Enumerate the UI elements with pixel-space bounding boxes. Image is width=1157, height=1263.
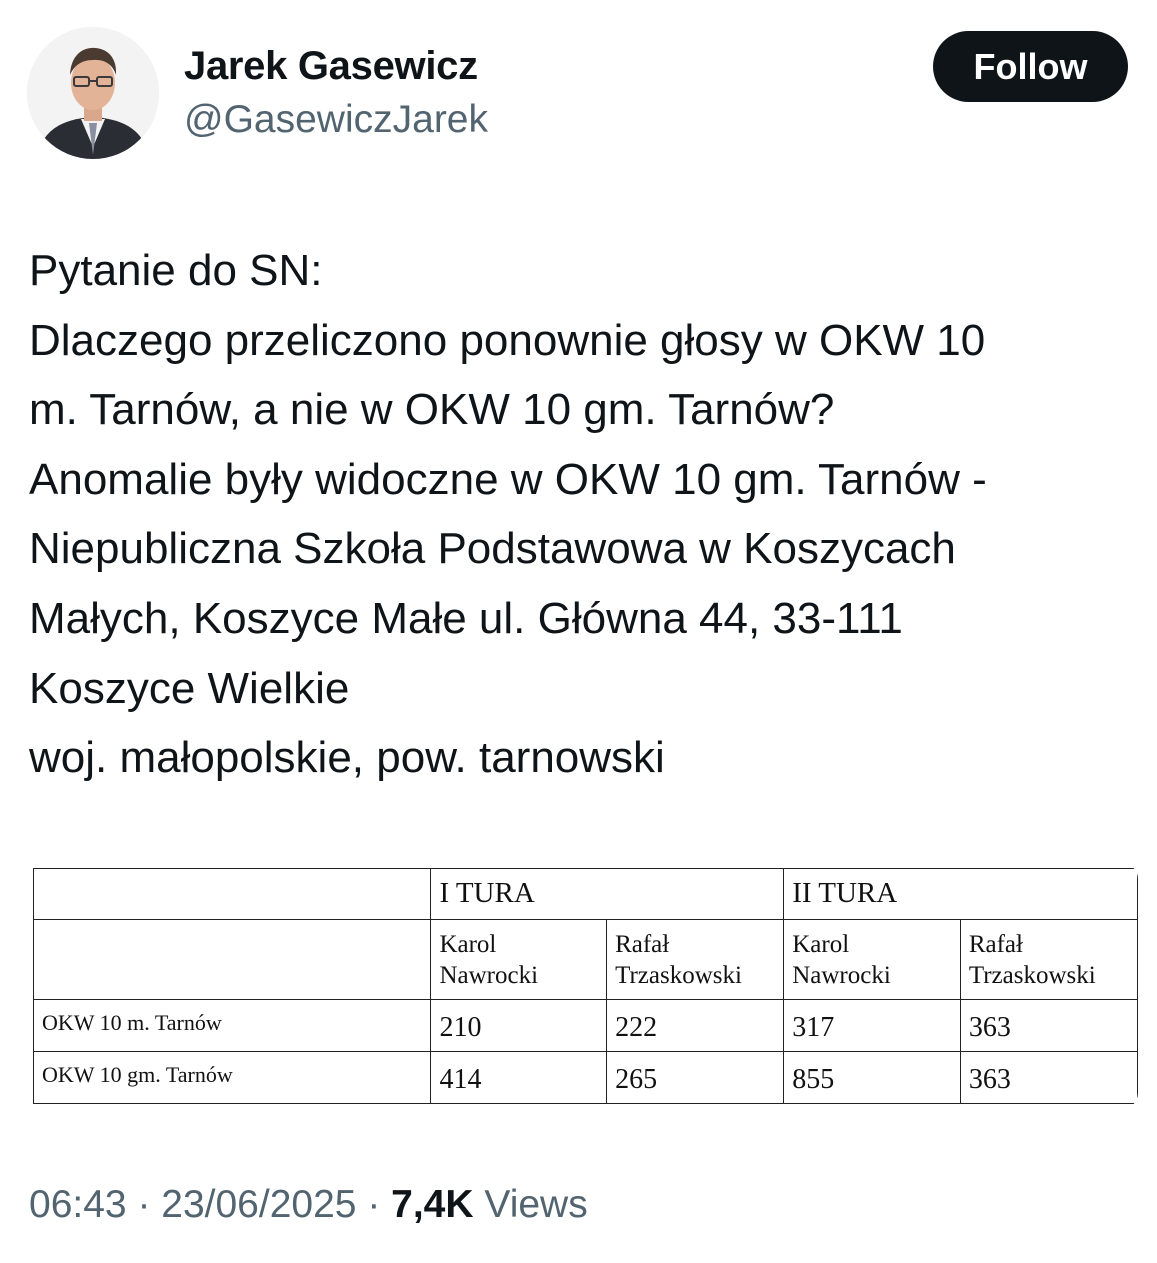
tweet-meta: 06:43 · 23/06/2025 · 7,4K Views (29, 1183, 588, 1227)
views-label: Views (484, 1183, 588, 1226)
vote-count-cell: 363 (959, 1051, 1138, 1104)
row-label: OKW 10 gm. Tarnów (32, 1051, 432, 1104)
results-table: I TURA II TURA Karol Nawrocki Rafał Trzask… (32, 868, 1138, 1104)
vote-count-cell: 317 (783, 999, 961, 1052)
tweet-text-line: Anomalie były widoczne w OKW 10 gm. Tarn… (29, 454, 987, 504)
tweet-text-line: Pytanie do SN: (29, 246, 323, 295)
meta-separator: · (356, 1183, 392, 1226)
meta-separator: · (126, 1183, 162, 1226)
author-avatar[interactable] (27, 27, 159, 159)
round-header: II TURA (783, 868, 1138, 920)
tweet-text-line: Dlaczego przeliczono ponownie głosy w OK… (29, 315, 986, 365)
vote-count-cell: 855 (783, 1051, 961, 1104)
candidate-header: Rafał Trzaskowski (606, 919, 785, 1000)
tweet-text-line: m. Tarnów, a nie w OKW 10 gm. Tarnów? (29, 385, 835, 435)
table-empty-cell (32, 919, 432, 1000)
tweet-media-image[interactable]: I TURA II TURA Karol Nawrocki Rafał Trzask… (26, 863, 1138, 1109)
vote-count-cell: 210 (430, 999, 608, 1052)
follow-button[interactable]: Follow (933, 31, 1128, 102)
tweet-date[interactable]: 23/06/2025 (161, 1183, 356, 1226)
vote-count-cell: 363 (959, 999, 1138, 1052)
table-row: OKW 10 m. Tarnów 210 222 317 363 (32, 999, 1138, 1052)
tweet-text-line: Niepubliczna Szkoła Podstawowa w Koszyca… (29, 524, 956, 574)
candidate-header: Rafał Trzaskowski (959, 919, 1138, 1000)
candidate-header: Karol Nawrocki (783, 919, 961, 1000)
author-handle[interactable]: @GasewiczJarek (184, 98, 488, 142)
round-header: I TURA (430, 868, 785, 920)
avatar-portrait-image (27, 27, 159, 159)
tweet-text: Pytanie do SN: Dlaczego przeliczono pono… (29, 236, 1144, 793)
views-count[interactable]: 7,4K (391, 1183, 473, 1226)
table-row: OKW 10 gm. Tarnów 414 265 855 363 (32, 1051, 1138, 1104)
table-corner-cell (32, 868, 432, 920)
vote-count-cell: 265 (606, 1051, 785, 1104)
author-display-name[interactable]: Jarek Gasewicz (184, 44, 478, 89)
candidate-header: Karol Nawrocki (430, 919, 608, 1000)
tweet-text-line: Małych, Koszyce Małe ul. Główna 44, 33-1… (29, 593, 903, 643)
vote-count-cell: 414 (430, 1051, 608, 1104)
tweet-time[interactable]: 06:43 (29, 1183, 127, 1226)
row-label: OKW 10 m. Tarnów (32, 999, 432, 1052)
tweet-text-line: Koszyce Wielkie (29, 663, 350, 713)
tweet-text-line: woj. małopolskie, pow. tarnowski (29, 733, 665, 783)
vote-count-cell: 222 (606, 999, 785, 1052)
